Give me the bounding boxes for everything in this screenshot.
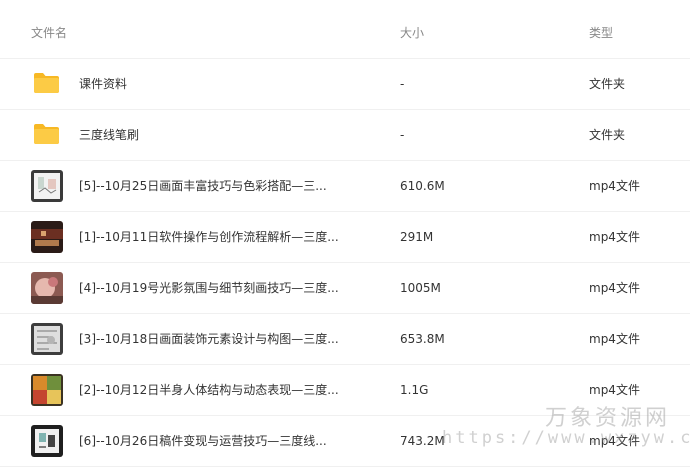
file-type: 文件夹 bbox=[589, 77, 626, 91]
video-thumbnail-icon bbox=[31, 170, 63, 202]
video-thumbnail-icon bbox=[31, 374, 63, 406]
file-name[interactable]: [5]--10月25日画面丰富技巧与色彩搭配—三... bbox=[79, 161, 327, 211]
table-row[interactable]: [3]--10月18日画面装饰元素设计与构图—三度... 653.8M mp4文… bbox=[0, 314, 690, 365]
folder-icon bbox=[33, 72, 60, 94]
file-name[interactable]: [1]--10月11日软件操作与创作流程解析—三度... bbox=[79, 212, 339, 262]
table-header: 文件名 大小 类型 bbox=[0, 0, 690, 59]
table-row[interactable]: [4]--10月19号光影氛围与细节刻画技巧—三度... 1005M mp4文件 bbox=[0, 263, 690, 314]
file-size: - bbox=[400, 128, 405, 142]
file-size: 1.1G bbox=[400, 383, 429, 397]
file-name[interactable]: 课件资料 bbox=[79, 59, 127, 109]
file-size: 610.6M bbox=[400, 179, 445, 193]
file-type: mp4文件 bbox=[589, 281, 640, 295]
file-name[interactable]: [4]--10月19号光影氛围与细节刻画技巧—三度... bbox=[79, 263, 339, 313]
watermark-url: https://www.wxzyw.cn bbox=[442, 428, 690, 448]
video-thumbnail-icon bbox=[31, 425, 63, 457]
file-type: mp4文件 bbox=[589, 179, 640, 193]
file-name[interactable]: [3]--10月18日画面装饰元素设计与构图—三度... bbox=[79, 314, 339, 364]
folder-icon bbox=[33, 123, 60, 145]
file-type: 文件夹 bbox=[589, 128, 626, 142]
file-size: 743.2M bbox=[400, 434, 445, 448]
file-name[interactable]: [2]--10月12日半身人体结构与动态表现—三度... bbox=[79, 365, 339, 415]
column-header-type[interactable]: 类型 bbox=[589, 25, 613, 41]
video-thumbnail-icon bbox=[31, 323, 63, 355]
table-row[interactable]: [1]--10月11日软件操作与创作流程解析—三度... 291M mp4文件 bbox=[0, 212, 690, 263]
file-size: 291M bbox=[400, 230, 434, 244]
column-header-name[interactable]: 文件名 bbox=[31, 25, 67, 41]
video-thumbnail-icon bbox=[31, 221, 63, 253]
file-size: 653.8M bbox=[400, 332, 445, 346]
table-row[interactable]: [5]--10月25日画面丰富技巧与色彩搭配—三... 610.6M mp4文件 bbox=[0, 161, 690, 212]
file-table: 文件名 大小 类型 课件资料 - 文件夹 三度线笔刷 - 文件夹 [5]--10… bbox=[0, 0, 690, 467]
file-name[interactable]: 三度线笔刷 bbox=[79, 110, 139, 160]
file-name[interactable]: [6]--10月26日稿件变现与运营技巧—三度线... bbox=[79, 416, 327, 466]
file-size: - bbox=[400, 77, 405, 91]
table-row[interactable]: 课件资料 - 文件夹 bbox=[0, 59, 690, 110]
file-size: 1005M bbox=[400, 281, 441, 295]
file-type: mp4文件 bbox=[589, 230, 640, 244]
column-header-size[interactable]: 大小 bbox=[400, 25, 424, 41]
video-thumbnail-icon bbox=[31, 272, 63, 304]
table-row[interactable]: 三度线笔刷 - 文件夹 bbox=[0, 110, 690, 161]
file-type: mp4文件 bbox=[589, 332, 640, 346]
